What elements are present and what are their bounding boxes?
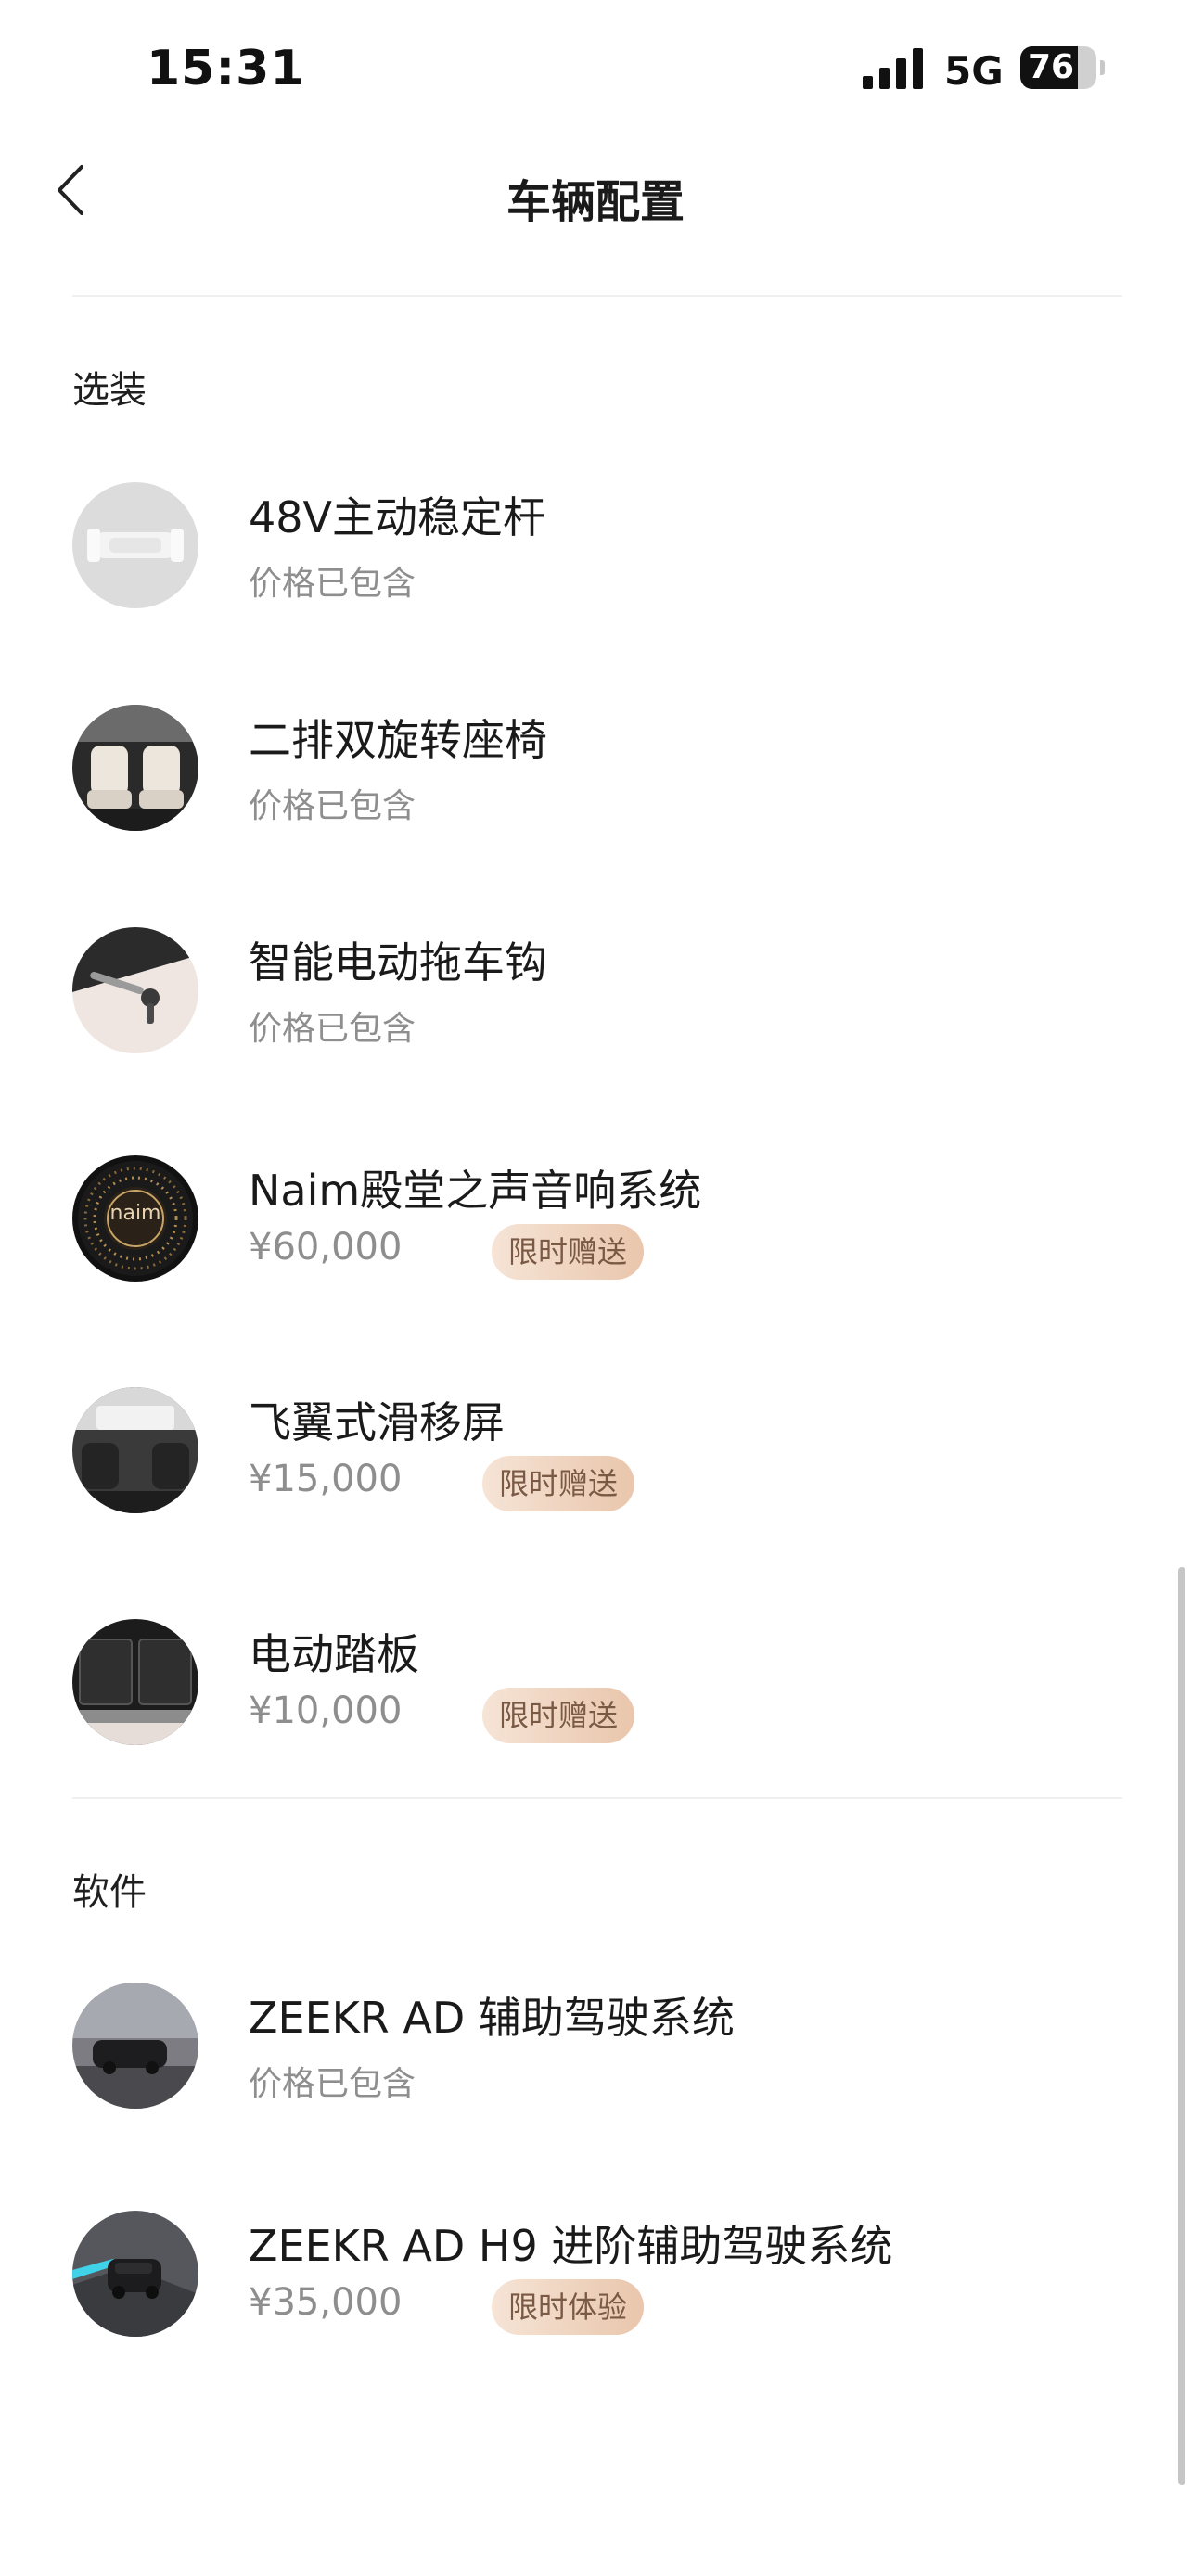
naim-speaker-image: naim (72, 1155, 198, 1282)
option-name: ZEEKR AD 辅助驾驶系统 (249, 1993, 735, 2043)
section-title-software: 软件 (72, 1871, 147, 1914)
option-item-rotating-seats[interactable]: 二排双旋转座椅 价格已包含 (72, 705, 1122, 835)
option-item-power-step[interactable]: 电动踏板 ¥10,000 限时赠送 (72, 1619, 1122, 1749)
option-name: 飞翼式滑移屏 (249, 1397, 505, 1447)
option-price: ¥35,000 (249, 2281, 403, 2324)
option-status: 价格已包含 (249, 787, 416, 825)
option-name: 电动踏板 (249, 1629, 419, 1679)
promo-badge: 限时赠送 (492, 1224, 645, 1280)
power-step-image (72, 1619, 198, 1745)
header-divider (72, 295, 1122, 297)
status-bar: 15:31 5G 76 (0, 0, 1191, 139)
section-divider (72, 1797, 1122, 1799)
option-item-sliding-screen[interactable]: 飞翼式滑移屏 ¥15,000 限时赠送 (72, 1387, 1122, 1517)
software-item-advanced-driving-assist[interactable]: ZEEKR AD H9 进阶辅助驾驶系统 ¥35,000 限时体验 (72, 2211, 1122, 2340)
promo-badge: 限时赠送 (482, 1688, 635, 1743)
page-title: 车辆配置 (506, 176, 685, 228)
stabilizer-bar-image (72, 482, 198, 608)
tow-hook-image (72, 927, 198, 1053)
network-label: 5G (944, 48, 1004, 94)
option-name: 智能电动拖车钩 (249, 937, 547, 988)
rotating-seats-image (72, 705, 198, 831)
option-item-tow-hook[interactable]: 智能电动拖车钩 价格已包含 (72, 927, 1122, 1057)
promo-badge: 限时赠送 (482, 1456, 635, 1511)
driving-assist-image (72, 1983, 198, 2109)
signal-icon (863, 48, 923, 89)
software-item-driving-assist[interactable]: ZEEKR AD 辅助驾驶系统 价格已包含 (72, 1983, 1122, 2112)
option-status: 价格已包含 (249, 565, 416, 603)
option-name: 48V主动稳定杆 (249, 492, 546, 542)
option-price: ¥15,000 (249, 1458, 403, 1500)
sliding-screen-image (72, 1387, 198, 1513)
scrollbar[interactable] (1178, 1567, 1185, 2485)
option-item-naim-audio[interactable]: naim Naim殿堂之声音响系统 ¥60,000 限时赠送 (72, 1155, 1122, 1285)
option-name: 二排双旋转座椅 (249, 715, 547, 765)
naim-logo: naim (109, 1202, 161, 1225)
option-status: 价格已包含 (249, 2065, 416, 2103)
option-item-stabilizer-bar[interactable]: 48V主动稳定杆 价格已包含 (72, 482, 1122, 612)
advanced-driving-assist-image (72, 2211, 198, 2337)
promo-badge: 限时体验 (492, 2279, 645, 2335)
battery-percentage: 76 (1027, 48, 1075, 86)
option-price: ¥10,000 (249, 1690, 403, 1732)
section-title-options: 选装 (72, 369, 147, 412)
option-name: Naim殿堂之声音响系统 (249, 1166, 702, 1216)
option-name: ZEEKR AD H9 进阶辅助驾驶系统 (249, 2221, 893, 2271)
option-price: ¥60,000 (249, 1226, 403, 1269)
status-time: 15:31 (147, 41, 305, 96)
option-status: 价格已包含 (249, 1010, 416, 1048)
battery-icon: 76 (1020, 46, 1105, 89)
